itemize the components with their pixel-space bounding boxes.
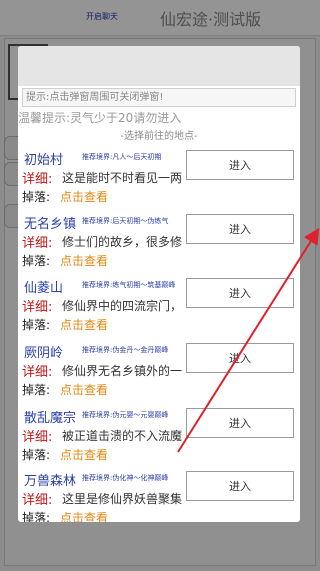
location-name: 初始村 bbox=[24, 153, 64, 168]
location-realm: 推荐境界:伪元婴～元婴巅峰 bbox=[82, 411, 169, 419]
drop-view-link[interactable]: 点击查看 bbox=[60, 509, 108, 522]
location-name: 厥阴岭 bbox=[24, 346, 64, 361]
location-name: 仙菱山 bbox=[24, 281, 64, 296]
location-detail: 修仙界无名乡镇外的一片 bbox=[62, 364, 182, 378]
location-row: 仙菱山 推荐境界:练气初期～筑基巅峰 详细: 修仙界中的四流宗门，这 掉落: 点… bbox=[18, 276, 300, 340]
location-row: 厥阴岭 推荐境界:伪金丹～金丹巅峰 详细: 修仙界无名乡镇外的一片 掉落: 点击… bbox=[18, 341, 300, 405]
location-realm: 推荐境界:练气初期～筑基巅峰 bbox=[82, 281, 176, 289]
drop-label: 掉落: bbox=[22, 383, 51, 397]
location-row: 无名乡镇 推荐境界:后天初期～伪练气 详细: 修士们的故乡，很多修仙 掉落: 点… bbox=[18, 212, 300, 276]
close-hint: 提示:点击弹窗周围可关闭弹窗! bbox=[22, 88, 296, 107]
enter-button[interactable]: 进入 bbox=[186, 471, 294, 501]
drop-view-link[interactable]: 点击查看 bbox=[60, 446, 108, 463]
location-row: 初始村 推荐境界:凡人～后天初期 详细: 这是能时不时看见一两只 掉落: 点击查… bbox=[18, 148, 300, 212]
location-name: 万兽森林 bbox=[24, 474, 77, 489]
drop-label: 掉落: bbox=[22, 511, 51, 522]
enter-button[interactable]: 进入 bbox=[186, 408, 294, 438]
enter-button[interactable]: 进入 bbox=[186, 343, 294, 373]
detail-label: 详细: bbox=[22, 430, 53, 445]
drop-label: 掉落: bbox=[22, 190, 51, 204]
drop-view-link[interactable]: 点击查看 bbox=[60, 188, 108, 205]
detail-label: 详细: bbox=[22, 300, 53, 315]
detail-label: 详细: bbox=[22, 365, 53, 380]
drop-label: 掉落: bbox=[22, 254, 51, 268]
location-realm: 推荐境界:伪化神～化神巅峰 bbox=[82, 474, 169, 482]
location-realm: 推荐境界:后天初期～伪练气 bbox=[82, 217, 169, 225]
enter-button[interactable]: 进入 bbox=[186, 150, 294, 180]
drop-label: 掉落: bbox=[22, 318, 51, 332]
location-realm: 推荐境界:凡人～后天初期 bbox=[82, 153, 162, 161]
drop-view-link[interactable]: 点击查看 bbox=[60, 381, 108, 398]
detail-label: 详细: bbox=[22, 172, 53, 187]
choose-title: -选择前往的地点- bbox=[120, 131, 198, 142]
location-detail: 修士们的故乡，很多修仙 bbox=[62, 235, 182, 249]
drop-label: 掉落: bbox=[22, 448, 51, 462]
warm-tip: 温馨提示:灵气少于20请勿进入 bbox=[18, 111, 182, 125]
location-row: 万兽森林 推荐境界:伪化神～化神巅峰 详细: 这里是修仙界妖兽聚集之 掉落: 点… bbox=[18, 469, 300, 522]
detail-label: 详细: bbox=[22, 236, 53, 251]
enter-button[interactable]: 进入 bbox=[186, 214, 294, 244]
location-detail: 这里是修仙界妖兽聚集之 bbox=[62, 492, 182, 506]
location-detail: 被正道击溃的不入流魔宗 bbox=[62, 429, 182, 443]
enter-button[interactable]: 进入 bbox=[186, 278, 294, 308]
location-detail: 这是能时不时看见一两只 bbox=[62, 171, 182, 185]
location-name: 散乱魔宗 bbox=[24, 411, 77, 426]
modal-header bbox=[18, 46, 300, 86]
location-name: 无名乡镇 bbox=[24, 217, 77, 232]
detail-label: 详细: bbox=[22, 493, 53, 508]
location-realm: 推荐境界:伪金丹～金丹巅峰 bbox=[82, 346, 169, 354]
location-modal: 提示:点击弹窗周围可关闭弹窗! 温馨提示:灵气少于20请勿进入 -选择前往的地点… bbox=[18, 46, 300, 522]
drop-view-link[interactable]: 点击查看 bbox=[60, 316, 108, 333]
location-detail: 修仙界中的四流宗门，这 bbox=[62, 299, 182, 313]
location-row: 散乱魔宗 推荐境界:伪元婴～元婴巅峰 详细: 被正道击溃的不入流魔宗 掉落: 点… bbox=[18, 406, 300, 470]
drop-view-link[interactable]: 点击查看 bbox=[60, 252, 108, 269]
